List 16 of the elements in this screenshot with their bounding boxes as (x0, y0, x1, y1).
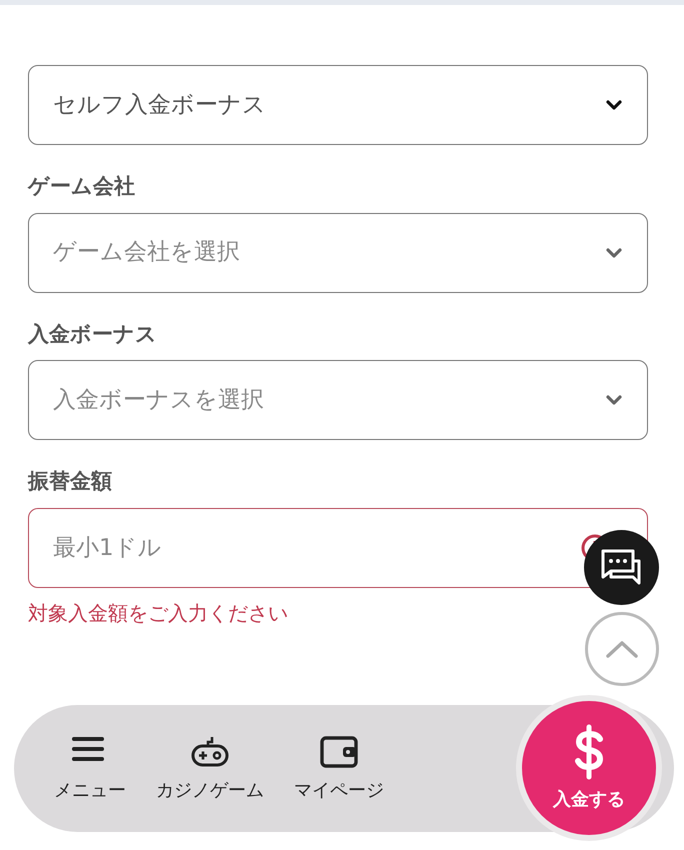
chevron-down-icon (605, 394, 623, 406)
select-field[interactable]: ゲーム会社を選択 (28, 212, 648, 292)
nav-item[interactable]: マイページ (294, 733, 384, 804)
nav-item[interactable]: カジノゲーム (156, 733, 264, 804)
nav-item[interactable]: メニュー (54, 733, 126, 804)
chevron-down-icon (605, 246, 623, 258)
input-field[interactable]: 最小1ドル (28, 508, 648, 588)
field-label: 振替金額 (28, 468, 113, 495)
field-label: 入金ボーナス (28, 320, 158, 348)
chevron-down-icon (605, 99, 623, 111)
select-field[interactable]: 入金ボーナスを選択 (28, 360, 648, 440)
error-message: 対象入金額をご入力ください (28, 600, 289, 626)
deposit-button[interactable]: 入金する (516, 695, 662, 841)
chevron-up-icon (605, 639, 639, 659)
field-label: ゲーム会社 (28, 173, 136, 200)
select-field[interactable]: セルフ入金ボーナス (28, 65, 648, 145)
